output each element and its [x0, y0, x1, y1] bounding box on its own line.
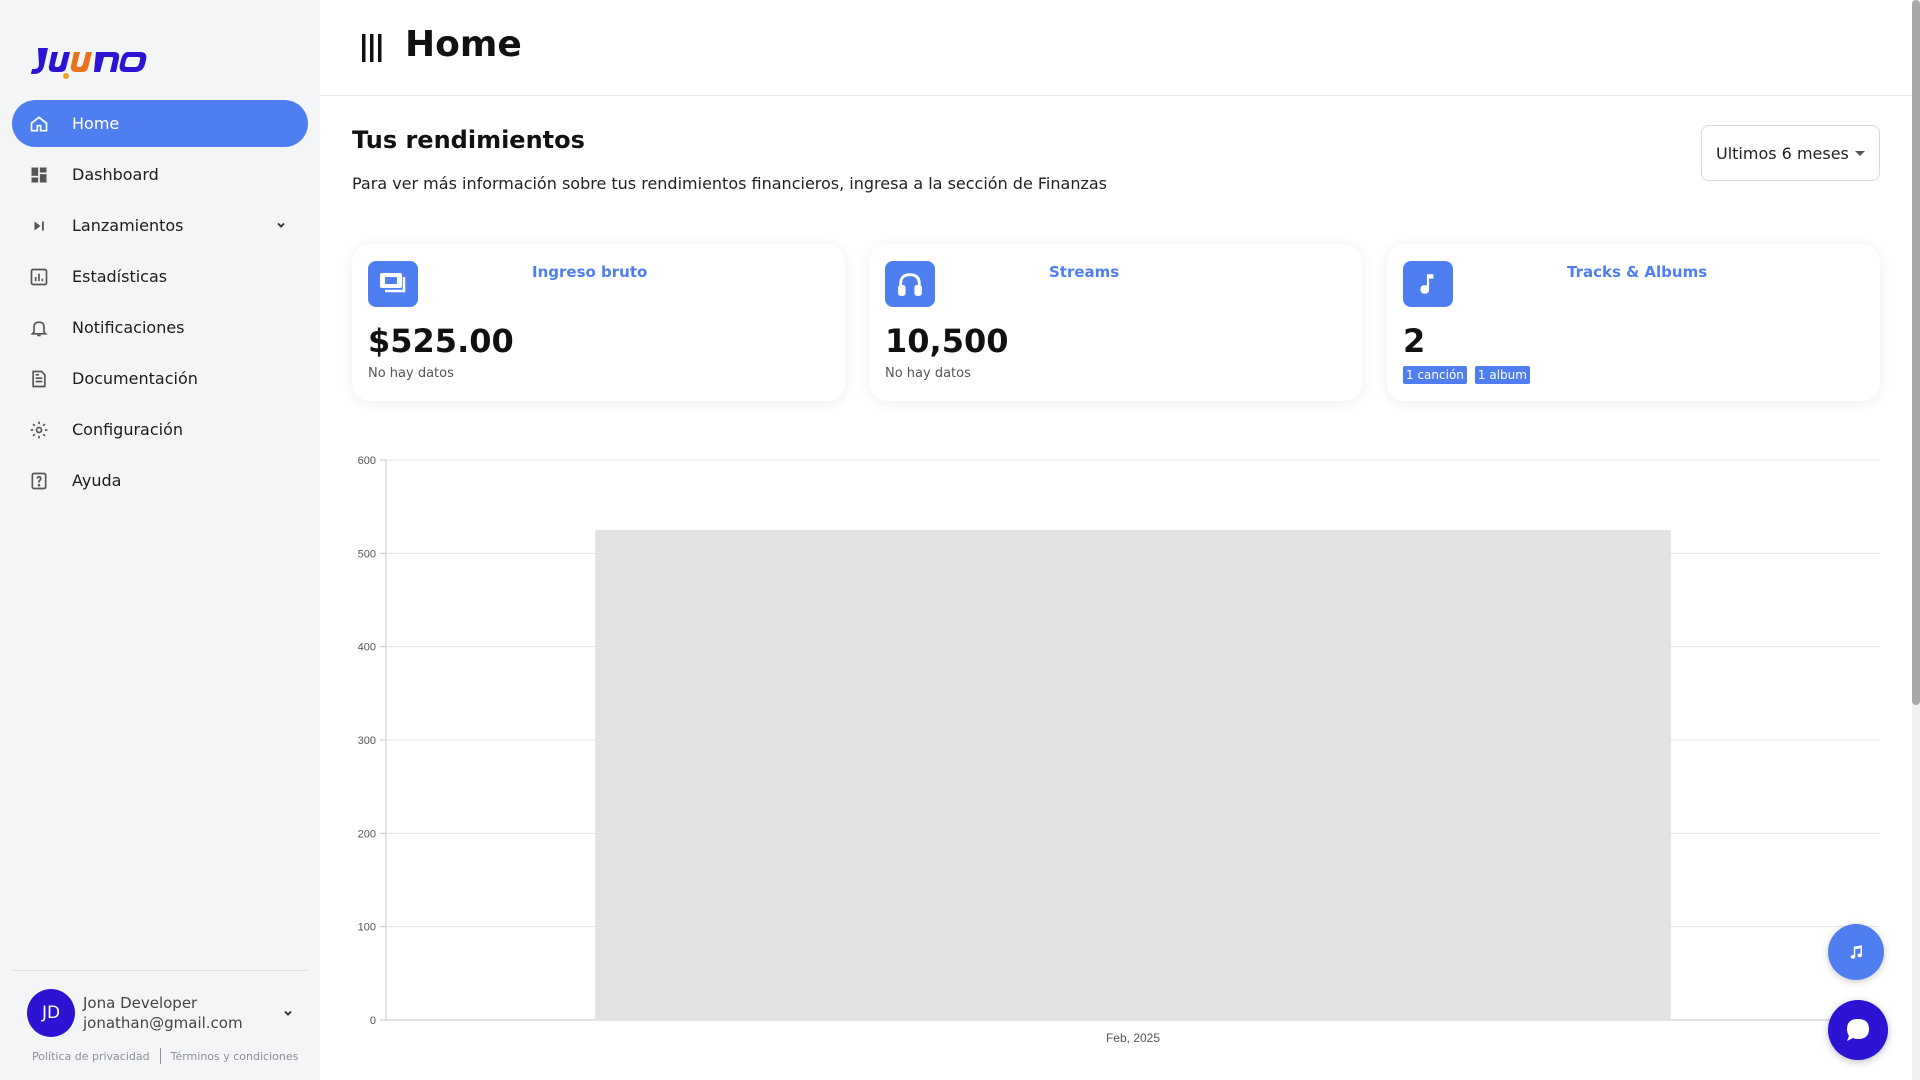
sidebar-item-configuracion[interactable]: Configuración [12, 406, 308, 453]
caret-down-icon [1855, 151, 1865, 156]
page-scrollbar[interactable] [1912, 0, 1920, 1080]
card-title: Tracks & Albums [1567, 263, 1708, 281]
skip-next-icon [28, 215, 50, 237]
avatar: JD [27, 989, 75, 1037]
chat-fab-button[interactable] [1828, 1000, 1888, 1060]
chevron-down-icon[interactable] [272, 216, 290, 234]
money-icon [368, 261, 418, 307]
card-title: Ingreso bruto [532, 263, 648, 281]
sidebar-item-home[interactable]: Home [12, 100, 308, 147]
y-tick-label: 0 [370, 1015, 376, 1027]
bar [595, 530, 1671, 1020]
badge-songs: 1 canción [1403, 366, 1467, 384]
user-name: Jona Developer [83, 994, 198, 1012]
user-email: jonathan@gmail.com [83, 1014, 243, 1032]
revenue-chart: 0 100 200 300 400 500 600 Feb, 2025 [358, 455, 1880, 1045]
headphones-icon [885, 261, 935, 307]
sidebar-item-label: Ayuda [72, 471, 122, 490]
page-header: Home [320, 0, 1912, 96]
dashboard-icon [28, 164, 50, 186]
card-value: 2 [1403, 322, 1426, 360]
chat-bubble-icon [1847, 1019, 1869, 1041]
sidebar-item-label: Estadísticas [72, 267, 168, 286]
legal-separator [159, 1048, 161, 1064]
sidebar-item-documentacion[interactable]: Documentación [12, 355, 308, 402]
y-tick-label: 300 [358, 735, 376, 747]
scrollbar-thumb[interactable] [1912, 0, 1920, 705]
chevron-down-icon[interactable] [279, 1004, 297, 1022]
brand-logo[interactable] [28, 32, 158, 82]
stat-card-ingreso: Ingreso bruto $525.00 No hay datos [352, 244, 845, 401]
sidebar-item-dashboard[interactable]: Dashboard [12, 151, 308, 198]
sidebar-item-estadisticas[interactable]: Estadísticas [12, 253, 308, 300]
music-fab-button[interactable] [1828, 924, 1884, 980]
bar-chart-icon [28, 266, 50, 288]
sidebar-item-notificaciones[interactable]: Notificaciones [12, 304, 308, 351]
sidebar-item-ayuda[interactable]: Ayuda [12, 457, 308, 504]
sidebar-item-label: Dashboard [72, 165, 159, 184]
section-title: Tus rendimientos [352, 126, 585, 154]
gear-icon [28, 419, 50, 441]
y-tick-label: 400 [358, 642, 376, 654]
sidebar-item-label: Notificaciones [72, 318, 185, 337]
music-note-icon [1403, 261, 1453, 307]
page-title: Home [405, 24, 522, 65]
section-subtitle: Para ver más información sobre tus rendi… [352, 174, 1107, 193]
card-value: $525.00 [368, 322, 514, 360]
badge-albums: 1 album [1474, 366, 1530, 384]
document-icon [28, 368, 50, 390]
home-icon [28, 113, 50, 135]
y-tick-label: 200 [358, 828, 376, 840]
card-note: No hay datos [885, 366, 971, 381]
period-select[interactable]: Ultimos 6 meses [1701, 125, 1880, 181]
menu-icon[interactable] [360, 32, 384, 64]
card-title: Streams [1049, 263, 1120, 281]
card-badges: 1 canción 1 album [1403, 366, 1530, 384]
help-icon [28, 470, 50, 492]
x-tick-label: Feb, 2025 [1106, 1031, 1160, 1045]
period-select-value: Ultimos 6 meses [1716, 143, 1849, 163]
card-value: 10,500 [885, 322, 1009, 360]
card-note: No hay datos [368, 366, 454, 381]
sidebar-item-label: Home [72, 114, 120, 133]
sidebar-nav: Home Dashboard Lanzamientos Estadísticas [12, 100, 308, 508]
y-tick-label: 500 [358, 548, 376, 560]
user-menu[interactable]: JD Jona Developer jonathan@gmail.com [27, 988, 297, 1038]
legal-links: Política de privacidad Términos y condic… [32, 1048, 298, 1064]
stat-card-tracks: Tracks & Albums 2 1 canción 1 album [1387, 244, 1880, 401]
sidebar-item-lanzamientos[interactable]: Lanzamientos [12, 202, 308, 249]
user-info: Jona Developer jonathan@gmail.com [83, 993, 243, 1033]
sidebar-item-label: Documentación [72, 369, 198, 388]
terms-link[interactable]: Términos y condiciones [171, 1050, 299, 1063]
music-note-icon [1850, 945, 1862, 959]
y-tick-label: 600 [358, 455, 376, 467]
sidebar: Home Dashboard Lanzamientos Estadísticas [0, 0, 320, 1080]
stat-card-streams: Streams 10,500 No hay datos [869, 244, 1362, 401]
privacy-link[interactable]: Política de privacidad [32, 1050, 150, 1063]
y-tick-label: 100 [358, 922, 376, 934]
sidebar-item-label: Configuración [72, 420, 184, 439]
sidebar-divider [12, 970, 308, 971]
sidebar-item-label: Lanzamientos [72, 216, 184, 235]
bell-icon [28, 317, 50, 339]
